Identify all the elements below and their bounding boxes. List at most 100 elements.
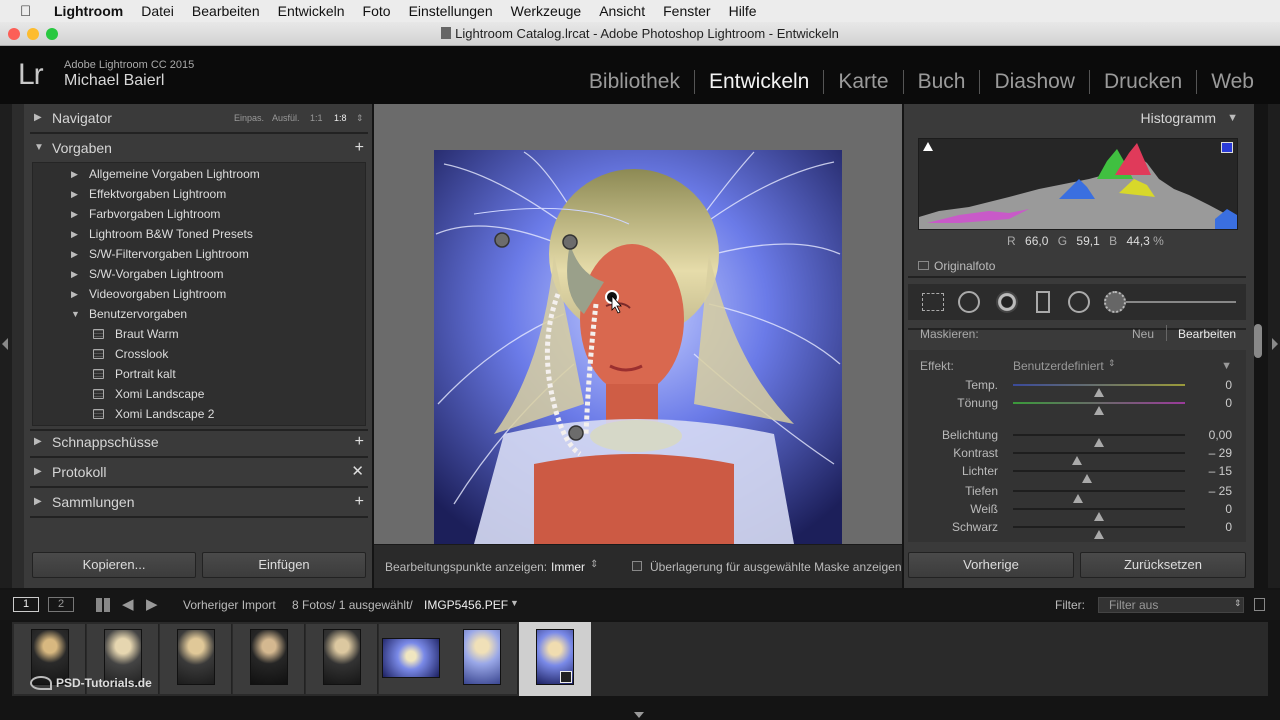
right-panel-scrollbar[interactable] [1254,324,1262,358]
second-screen-button[interactable]: 2 [48,597,74,612]
preset-folder[interactable]: ▶ Farbvorgaben Lightroom [33,204,365,224]
slider-track[interactable] [1013,490,1185,503]
minimize-window-button[interactable] [27,28,39,40]
user-preset[interactable]: Crosslook [33,344,365,364]
original-photo-checkbox[interactable] [918,261,929,270]
filmstrip-thumbnail[interactable] [379,624,451,694]
slider-value[interactable]: 0 [1225,518,1232,536]
slider-temp[interactable]: Temp. 0 [908,376,1246,397]
main-screen-button[interactable]: 1 [13,597,39,612]
preset-folder-user[interactable]: ▼ Benutzervorgaben [33,304,365,324]
filmstrip-thumbnail[interactable] [233,624,305,694]
slider-contrast[interactable]: Kontrast – 29 [908,444,1246,465]
add-snapshot-icon[interactable]: + [355,428,364,456]
previous-button[interactable]: Vorherige [908,552,1074,578]
histogram-header[interactable]: Histogramm ▼ [904,104,1250,132]
slider-value[interactable]: 0,00 [1209,426,1232,444]
graduated-filter-icon[interactable] [1036,291,1050,313]
slider-value[interactable]: 0 [1225,394,1232,412]
filmstrip-thumbnail-selected[interactable] [519,622,591,696]
zoom-1-8[interactable]: 1:8 [334,104,347,132]
module-drucken[interactable]: Drucken [1088,70,1196,94]
slider-track[interactable] [1013,402,1185,415]
zoom-window-button[interactable] [46,28,58,40]
menu-datei[interactable]: Datei [141,3,174,19]
effect-select[interactable]: Benutzerdefiniert [1013,359,1104,373]
red-eye-icon[interactable] [996,291,1018,313]
preset-folder[interactable]: ▶ S/W-Vorgaben Lightroom [33,264,365,284]
slider-value[interactable]: 0 [1225,500,1232,518]
chevron-down-icon[interactable]: ▼ [510,598,519,608]
module-karte[interactable]: Karte [823,70,902,94]
add-preset-icon[interactable]: + [355,134,364,162]
apple-icon[interactable]:  [20,3,40,20]
edit-pin[interactable] [494,232,510,248]
menu-app[interactable]: Lightroom [54,3,123,19]
user-preset[interactable]: Portrait kalt [33,364,365,384]
slider-track[interactable] [1013,470,1185,483]
image-canvas[interactable] [374,104,902,544]
slider-shadows[interactable]: Tiefen – 25 [908,482,1246,503]
user-preset[interactable]: Xomi Landscape 2 [33,404,365,424]
shadow-clipping-icon[interactable] [923,142,933,151]
filmstrip-thumbnail[interactable] [306,624,378,694]
collapse-effect-icon[interactable]: ▼ [1221,360,1232,372]
select-stepper-icon[interactable]: ⇕ [1108,358,1116,369]
filter-lock-icon[interactable] [1254,598,1265,611]
reset-button[interactable]: Zurücksetzen [1080,552,1246,578]
mask-edit[interactable]: Bearbeiten [1178,327,1236,341]
slider-thumb[interactable] [1094,406,1104,415]
show-pins-select[interactable]: Immer [551,560,585,574]
preset-folder[interactable]: ▶ Effektvorgaben Lightroom [33,184,365,204]
slider-whites[interactable]: Weiß 0 [908,500,1246,521]
highlight-clipping-icon[interactable] [1221,142,1233,153]
preset-folder[interactable]: ▶ S/W-Filtervorgaben Lightroom [33,244,365,264]
menu-fenster[interactable]: Fenster [663,3,710,19]
radial-filter-icon[interactable] [1068,291,1090,313]
user-preset[interactable]: Xomi Landscape [33,384,365,404]
module-buch[interactable]: Buch [902,70,980,94]
copy-button[interactable]: Kopieren... [32,552,196,578]
select-stepper-icon[interactable]: ⇕ [590,559,598,570]
presets-header[interactable]: ▼ Vorgaben + [26,134,372,162]
navigator-header[interactable]: ▶ Navigator Einpas. Ausfül. 1:1 1:8 ⇕ [26,104,372,132]
clear-history-icon[interactable]: ✕ [351,458,364,486]
edit-pin[interactable] [562,234,578,250]
paste-button[interactable]: Einfügen [202,552,366,578]
crop-tool-icon[interactable] [922,293,944,311]
zoom-1-1[interactable]: 1:1 [310,104,323,132]
menu-einstellungen[interactable]: Einstellungen [409,3,493,19]
zoom-fit[interactable]: Einpas. [234,104,264,132]
slider-track[interactable] [1013,526,1185,539]
zoom-fill[interactable]: Ausfül. [272,104,300,132]
edit-pin[interactable] [568,425,584,441]
collapse-bottom-arrow-icon[interactable] [634,712,644,718]
slider-value[interactable]: – 25 [1209,482,1232,500]
source-label[interactable]: Vorheriger Import [183,598,276,612]
grid-view-icon[interactable] [96,598,110,612]
preset-folder[interactable]: ▶ Lightroom B&W Toned Presets [33,224,365,244]
forward-arrow-icon[interactable]: ▶ [146,595,158,613]
slider-value[interactable]: – 29 [1209,444,1232,462]
slider-exposure[interactable]: Belichtung 0,00 [908,426,1246,447]
collections-header[interactable]: ▶ Sammlungen + [26,488,372,516]
slider-track[interactable] [1013,434,1185,447]
filter-select[interactable]: Filter aus [1098,597,1244,613]
slider-track[interactable] [1013,452,1185,465]
user-preset[interactable]: Braut Warm [33,324,365,344]
collapse-left-arrow-icon[interactable] [2,338,8,350]
adjustment-brush-icon[interactable] [1104,291,1126,313]
module-web[interactable]: Web [1196,70,1268,94]
current-filename[interactable]: IMGP5456.PEF [424,598,508,612]
close-window-button[interactable] [8,28,20,40]
menu-bearbeiten[interactable]: Bearbeiten [192,3,260,19]
slider-tint[interactable]: Tönung 0 [908,394,1246,415]
slider-value[interactable]: – 15 [1209,462,1232,480]
menu-werkzeuge[interactable]: Werkzeuge [511,3,582,19]
snapshots-header[interactable]: ▶ Schnappschüsse + [26,428,372,456]
menu-entwickeln[interactable]: Entwickeln [278,3,345,19]
slider-blacks[interactable]: Schwarz 0 [908,518,1246,539]
filmstrip-thumbnail[interactable] [446,624,518,694]
add-collection-icon[interactable]: + [355,488,364,516]
spot-removal-icon[interactable] [958,291,980,313]
